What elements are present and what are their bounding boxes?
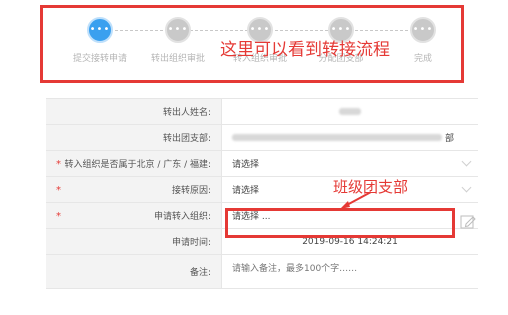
field-label-text: 接转原因:	[171, 186, 211, 196]
field-label: 转出人姓名:	[46, 99, 222, 124]
form-row-region[interactable]: * 转入组织是否属于北京 / 广东 / 福建: 请选择	[46, 151, 478, 177]
more-icon: •••	[165, 17, 191, 43]
region-select[interactable]: 请选择	[222, 151, 478, 176]
step-label: 完成	[413, 54, 432, 64]
name-value	[222, 99, 478, 124]
step-out-approval: ••• 转出组织审批	[138, 17, 218, 64]
field-label: * 接转原因:	[46, 177, 222, 202]
remark-textarea[interactable]: 请输入备注，最多100个字……	[222, 255, 478, 288]
chevron-down-icon	[461, 156, 472, 167]
step-submit: ••• 提交接转申请	[60, 17, 140, 64]
required-mark: *	[56, 211, 61, 222]
flow-annotation: 这里可以看到转接流程	[220, 40, 390, 60]
form-row-reason[interactable]: * 接转原因: 请选择	[46, 177, 478, 203]
edit-icon[interactable]	[460, 214, 476, 230]
target-org-highlight	[225, 208, 455, 238]
field-label-text: 申请转入组织:	[153, 212, 211, 222]
form-row-name: 转出人姓名:	[46, 99, 478, 125]
field-label: 备注:	[46, 255, 222, 288]
field-label: 申请时间:	[46, 229, 222, 254]
form-row-remark[interactable]: 备注: 请输入备注，最多100个字……	[46, 255, 478, 289]
transfer-form: 转出人姓名: 转出团支部: 部 * 转入组织是否属于北京 / 广东 / 福建: …	[46, 98, 478, 289]
step-label: 提交接转申请	[72, 54, 127, 64]
branch-suffix: 部	[445, 134, 455, 144]
chevron-down-icon	[461, 182, 472, 193]
form-row-branch: 转出团支部: 部	[46, 125, 478, 151]
redacted-text	[232, 134, 442, 141]
field-label: 转出团支部:	[46, 125, 222, 150]
redacted-text	[339, 108, 361, 115]
field-label: * 申请转入组织:	[46, 203, 222, 228]
field-label-text: 转入组织是否属于北京 / 广东 / 福建:	[64, 160, 211, 170]
branch-value: 部	[222, 125, 478, 150]
annotation-arrow-icon	[340, 191, 372, 209]
more-icon: •••	[410, 17, 436, 43]
select-value: 请选择	[232, 186, 260, 196]
required-mark: *	[56, 185, 61, 196]
field-label: * 转入组织是否属于北京 / 广东 / 福建:	[46, 151, 222, 176]
step-label: 转出组织审批	[150, 54, 205, 64]
step-complete: ••• 完成	[383, 17, 463, 64]
more-icon: •••	[87, 17, 113, 43]
select-value: 请选择	[232, 160, 260, 170]
required-mark: *	[56, 159, 61, 170]
